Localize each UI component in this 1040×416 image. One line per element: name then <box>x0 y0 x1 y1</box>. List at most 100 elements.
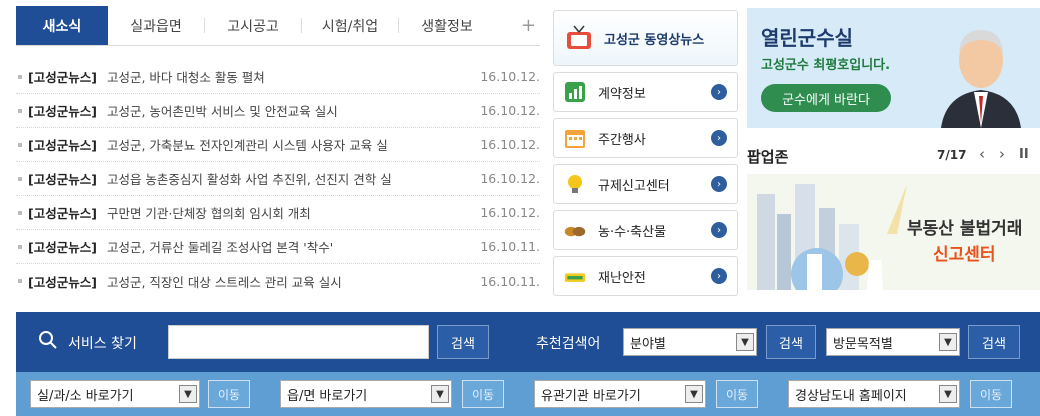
town-go-button[interactable]: 이동 <box>462 380 504 408</box>
shortcuts-bar: 실/과/소 바로가기 ▼ 이동 읍/면 바로가기 ▼ 이동 유관기관 바로가기 … <box>16 372 1040 416</box>
arrow-right-icon: › <box>711 130 727 146</box>
service-search-input[interactable] <box>168 325 429 359</box>
chevron-down-icon: ▼ <box>179 385 197 403</box>
news-title[interactable]: 고성군, 농어촌민박 서비스 및 안전교육 실시 <box>107 101 472 120</box>
pause-button[interactable]: II <box>1019 147 1029 162</box>
agency-go-button[interactable]: 이동 <box>716 380 758 408</box>
mayor-banner: 열린군수실 고성군수 최평호입니다. 군수에게 바란다 <box>747 8 1040 128</box>
popup-zone-header: 팝업존 7/17 ‹ › II <box>747 144 1040 168</box>
quick-item-label: 주간행사 <box>598 132 646 148</box>
tab-life-info[interactable]: 생활정보 <box>399 6 495 45</box>
bullet-icon <box>18 74 22 79</box>
news-panel: 새소식 실과읍면 고시공고 시험/취업 생활정보 + [고성군뉴스] 고성군, … <box>16 6 540 296</box>
news-date: 16.10.12. <box>480 69 540 84</box>
list-item[interactable]: [고성군뉴스] 고성군, 가축분뇨 전자인계관리 시스템 사용자 교육 실 16… <box>16 128 540 162</box>
quick-item-label: 규제신고센터 <box>598 178 670 194</box>
lightbulb-icon <box>564 173 586 195</box>
mayor-subtitle: 고성군수 최평호입니다. <box>761 58 891 73</box>
news-category: [고성군뉴스] <box>28 240 97 255</box>
province-homepage-value: 경상남도내 홈페이지 <box>795 388 907 404</box>
news-title[interactable]: 고성군, 직장인 대상 스트레스 관리 교육 실시 <box>107 272 472 291</box>
department-shortcut-select[interactable]: 실/과/소 바로가기 ▼ <box>30 380 200 408</box>
service-search-label: 서비스 찾기 <box>68 336 137 352</box>
popup-banner-subtitle: 신고센터 <box>933 245 996 265</box>
bullet-icon <box>18 279 22 283</box>
quick-item-agri-products[interactable]: 농·수·축산물 › <box>553 210 738 250</box>
tab-notices[interactable]: 고시공고 <box>205 6 301 45</box>
chevron-down-icon: ▼ <box>685 385 703 403</box>
news-date: 16.10.11. <box>480 239 540 254</box>
chevron-down-icon: ▼ <box>939 385 957 403</box>
quick-item-disaster-safety[interactable]: 재난안전 › <box>553 256 738 296</box>
news-date: 16.10.12. <box>480 171 540 186</box>
chart-icon <box>564 81 586 103</box>
list-item[interactable]: [고성군뉴스] 고성군, 바다 대청소 활동 펼쳐 16.10.12. <box>16 60 540 94</box>
news-category: [고성군뉴스] <box>28 172 97 187</box>
news-category: [고성군뉴스] <box>28 206 97 221</box>
purpose-select[interactable]: 방문목적별 ▼ <box>826 328 960 356</box>
video-news-button[interactable]: 고성군 동영상뉴스 <box>553 10 738 66</box>
mayor-title: 열린군수실 <box>761 26 853 50</box>
agency-shortcut-value: 유관기관 바로가기 <box>541 388 641 404</box>
list-item[interactable]: [고성군뉴스] 고성군, 거류산 둘레길 조성사업 본격 '착수' 16.10.… <box>16 230 540 264</box>
more-button[interactable]: + <box>521 15 536 36</box>
news-category: [고성군뉴스] <box>28 274 97 290</box>
news-title[interactable]: 고성읍 농촌중심지 활성화 사업 추진위, 선진지 견학 실 <box>107 169 472 188</box>
agency-shortcut-select[interactable]: 유관기관 바로가기 ▼ <box>534 380 706 408</box>
quick-item-contract[interactable]: 계약정보 › <box>553 72 738 112</box>
bullet-icon <box>18 244 22 249</box>
town-shortcut-value: 읍/면 바로가기 <box>287 388 368 404</box>
town-shortcut-select[interactable]: 읍/면 바로가기 ▼ <box>280 380 452 408</box>
video-news-label: 고성군 동영상뉴스 <box>604 32 705 48</box>
list-item[interactable]: [고성군뉴스] 구만면 기관·단체장 협의회 임시회 개최 16.10.12. <box>16 196 540 230</box>
news-date: 16.10.11. <box>480 273 540 289</box>
tv-icon <box>564 23 594 53</box>
chevron-down-icon: ▼ <box>939 333 957 351</box>
arrow-right-icon: › <box>711 268 727 284</box>
news-category: [고성군뉴스] <box>28 104 97 119</box>
category-search-button[interactable]: 검색 <box>766 325 816 359</box>
service-search-button[interactable]: 검색 <box>437 325 489 359</box>
news-date: 16.10.12. <box>480 103 540 118</box>
quick-item-regulation-report[interactable]: 규제신고센터 › <box>553 164 738 204</box>
produce-icon <box>564 219 586 241</box>
province-homepage-select[interactable]: 경상남도내 홈페이지 ▼ <box>788 380 960 408</box>
category-select-value: 분야별 <box>630 336 666 352</box>
quick-menu: 고성군 동영상뉴스 계약정보 › 주간행사 › 규제신고센터 › 농·수·축산물… <box>553 10 738 302</box>
popup-zone-title: 팝업존 <box>747 148 789 166</box>
recommend-label: 추천검색어 <box>536 336 601 352</box>
news-category: [고성군뉴스] <box>28 138 97 153</box>
mayor-request-button[interactable]: 군수에게 바란다 <box>761 84 891 112</box>
province-go-button[interactable]: 이동 <box>970 380 1012 408</box>
mayor-photo <box>941 30 1021 128</box>
list-item[interactable]: [고성군뉴스] 고성읍 농촌중심지 활성화 사업 추진위, 선진지 견학 실 1… <box>16 162 540 196</box>
prev-button[interactable]: ‹ <box>979 145 985 163</box>
list-item[interactable]: [고성군뉴스] 고성군, 직장인 대상 스트레스 관리 교육 실시 16.10.… <box>16 264 540 298</box>
bullet-icon <box>18 210 22 215</box>
popup-banner[interactable]: 부동산 불법거래 신고센터 <box>747 174 1040 290</box>
bullet-icon <box>18 108 22 113</box>
popup-counter: 7/17 <box>937 148 967 162</box>
next-button[interactable]: › <box>999 145 1005 163</box>
arrow-right-icon: › <box>711 222 727 238</box>
search-icon <box>39 331 57 349</box>
news-title[interactable]: 고성군, 바다 대청소 활동 펼쳐 <box>107 67 472 86</box>
department-go-button[interactable]: 이동 <box>208 380 250 408</box>
news-title[interactable]: 고성군, 가축분뇨 전자인계관리 시스템 사용자 교육 실 <box>107 135 472 154</box>
quick-item-label: 재난안전 <box>598 270 646 286</box>
category-select[interactable]: 분야별 ▼ <box>623 328 757 356</box>
chevron-down-icon: ▼ <box>431 385 449 403</box>
news-title[interactable]: 구만면 기관·단체장 협의회 임시회 개최 <box>107 203 472 222</box>
list-item[interactable]: [고성군뉴스] 고성군, 농어촌민박 서비스 및 안전교육 실시 16.10.1… <box>16 94 540 128</box>
tab-news[interactable]: 새소식 <box>16 6 108 45</box>
quick-item-label: 계약정보 <box>598 86 646 102</box>
tab-departments[interactable]: 실과읍면 <box>108 6 204 45</box>
purpose-search-button[interactable]: 검색 <box>968 325 1020 359</box>
tab-exams-jobs[interactable]: 시험/취업 <box>302 6 398 45</box>
quick-item-weekly-events[interactable]: 주간행사 › <box>553 118 738 158</box>
news-title[interactable]: 고성군, 거류산 둘레길 조성사업 본격 '착수' <box>107 237 472 256</box>
news-category: [고성군뉴스] <box>28 70 97 85</box>
service-search-bar: 서비스 찾기 검색 추천검색어 분야별 ▼ 검색 방문목적별 ▼ 검색 <box>16 312 1040 372</box>
news-list: [고성군뉴스] 고성군, 바다 대청소 활동 펼쳐 16.10.12. [고성군… <box>16 60 540 298</box>
safety-icon <box>564 265 586 287</box>
